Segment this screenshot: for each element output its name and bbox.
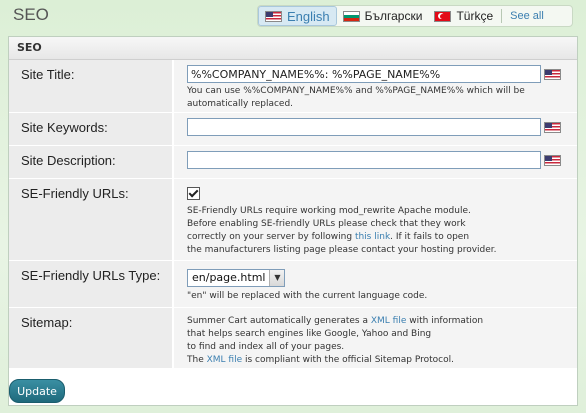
language-bulgarian[interactable]: Български bbox=[337, 6, 429, 26]
chevron-down-icon: ▼ bbox=[269, 269, 285, 286]
help-line: correctly on your server by following th… bbox=[187, 231, 577, 244]
site-description-label: Site Description: bbox=[9, 146, 172, 178]
help-text: Summer Cart automatically generates a bbox=[187, 316, 371, 326]
help-line: Before enabling SE-friendly URLs please … bbox=[187, 219, 466, 229]
site-description-row: Site Description: bbox=[9, 146, 577, 179]
site-title-help: You can use %%COMPANY_NAME%% and %%PAGE_… bbox=[187, 86, 525, 109]
this-link[interactable]: this link bbox=[355, 232, 390, 242]
divider bbox=[501, 9, 503, 23]
sitemap-label: Sitemap: bbox=[9, 308, 172, 368]
language-label: English bbox=[287, 8, 330, 24]
language-label: Български bbox=[364, 9, 423, 23]
site-title-row: Site Title: You can use %%COMPANY_NAME%%… bbox=[9, 60, 577, 113]
help-line: The XML file is compliant with the offic… bbox=[187, 354, 577, 367]
language-turkish[interactable]: Türkçe bbox=[428, 6, 499, 26]
help-line: to find and index all of your pages. bbox=[187, 342, 345, 352]
se-type-select[interactable]: en/page.html ▼ bbox=[187, 268, 286, 287]
tr-flag-icon bbox=[434, 10, 452, 22]
language-english[interactable]: English bbox=[258, 6, 337, 26]
help-text: The bbox=[187, 355, 207, 365]
bg-flag-icon bbox=[342, 10, 360, 22]
us-flag-icon bbox=[544, 121, 561, 133]
language-label: Türkçe bbox=[456, 9, 494, 23]
se-type-selected: en/page.html bbox=[192, 271, 266, 284]
site-keywords-input[interactable] bbox=[187, 118, 541, 136]
us-flag-icon bbox=[544, 68, 561, 80]
help-text: correctly on your server by following bbox=[187, 232, 355, 242]
help-text: . If it fails to open bbox=[390, 232, 470, 242]
se-type-help: "en" will be replaced with the current l… bbox=[187, 290, 428, 301]
help-line: SE-Friendly URLs require working mod_rew… bbox=[187, 206, 471, 216]
top-bar: SEO English Български Türkçe See all bbox=[0, 0, 586, 32]
xml-file-link[interactable]: XML file bbox=[371, 316, 407, 326]
see-all-link[interactable]: See all bbox=[504, 10, 550, 22]
se-friendly-checkbox[interactable] bbox=[187, 187, 200, 200]
site-title-input[interactable] bbox=[187, 65, 541, 83]
se-type-row: SE-Friendly URLs Type: en/page.html ▼ "e… bbox=[9, 261, 577, 308]
xml-file-link[interactable]: XML file bbox=[207, 355, 243, 365]
help-line: the manufacturers listing page please co… bbox=[187, 245, 497, 255]
page-title: SEO bbox=[13, 5, 49, 24]
sitemap-row: Sitemap: Summer Cart automatically gener… bbox=[9, 308, 577, 369]
site-keywords-row: Site Keywords: bbox=[9, 113, 577, 146]
update-button[interactable]: Update bbox=[9, 379, 65, 403]
se-friendly-label: SE-Friendly URLs: bbox=[9, 179, 172, 260]
se-friendly-row: SE-Friendly URLs: SE-Friendly URLs requi… bbox=[9, 179, 577, 261]
se-friendly-help: SE-Friendly URLs require working mod_rew… bbox=[187, 205, 577, 257]
site-description-input[interactable] bbox=[187, 151, 541, 169]
section-title: SEO bbox=[9, 37, 577, 60]
se-type-label: SE-Friendly URLs Type: bbox=[9, 261, 172, 307]
site-title-label: Site Title: bbox=[9, 60, 172, 112]
us-flag-icon bbox=[265, 10, 282, 22]
help-text: with information bbox=[406, 316, 484, 326]
us-flag-icon bbox=[544, 154, 561, 166]
sitemap-help: Summer Cart automatically generates a XM… bbox=[187, 315, 577, 367]
help-line: Summer Cart automatically generates a XM… bbox=[187, 315, 577, 328]
language-switcher: English Български Türkçe See all bbox=[257, 5, 573, 27]
site-keywords-label: Site Keywords: bbox=[9, 113, 172, 145]
help-text: is compliant with the official Sitemap P… bbox=[242, 355, 454, 365]
help-line: that helps search engines like Google, Y… bbox=[187, 329, 432, 339]
seo-panel: SEO Site Title: You can use %%COMPANY_NA… bbox=[8, 36, 578, 406]
